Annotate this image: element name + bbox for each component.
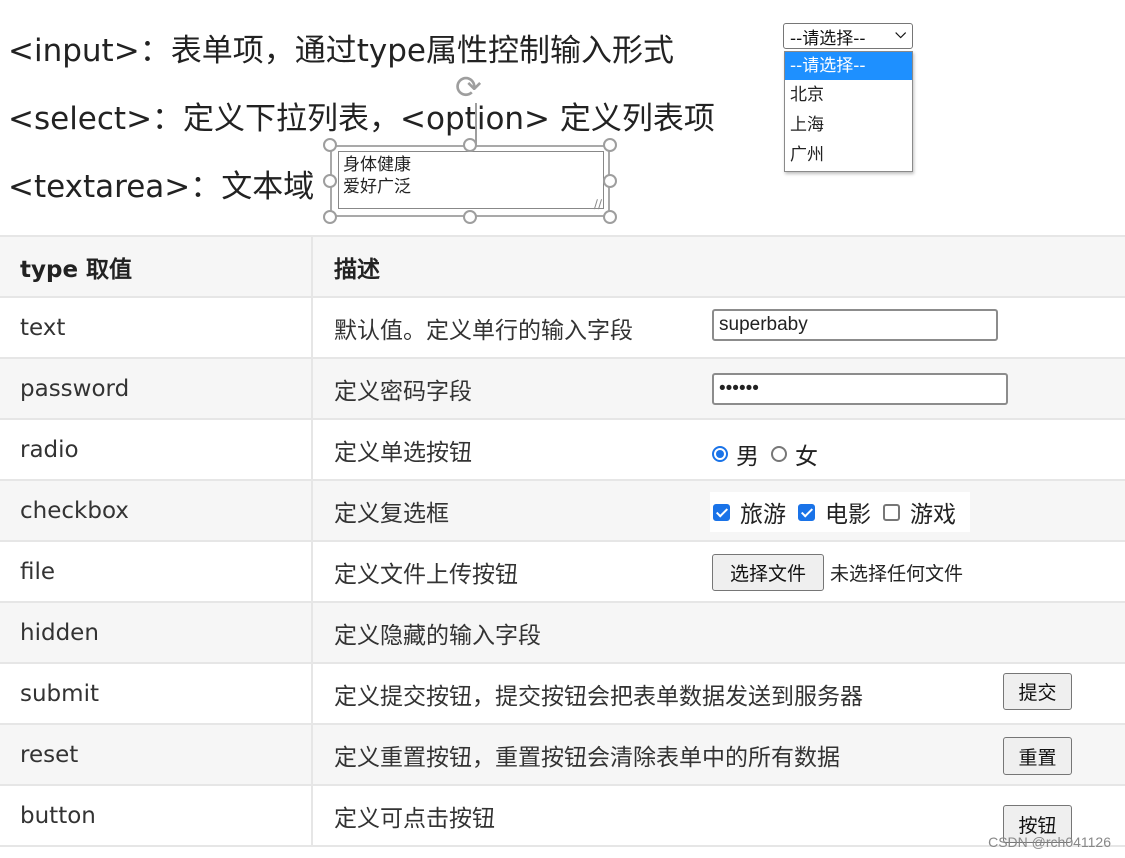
- input-description-heading: <input>：表单项，通过type属性控制输入形式: [8, 33, 674, 69]
- type-cell: reset: [0, 725, 313, 784]
- desc-text: 定义提交按钮，提交按钮会把表单数据发送到服务器: [334, 683, 863, 710]
- submit-button[interactable]: 提交: [1003, 673, 1072, 710]
- resize-handle-bottom-left[interactable]: [323, 210, 337, 224]
- checkbox-movie[interactable]: [798, 503, 815, 521]
- desc-text: 定义可点击按钮: [334, 805, 495, 832]
- city-select[interactable]: --请选择-- ⌵: [783, 23, 913, 49]
- table-row: reset 定义重置按钮，重置按钮会清除表单中的所有数据 重置: [0, 725, 1125, 786]
- desc-cell: 定义单选按钮 男 女: [313, 420, 1125, 479]
- header-description: 描述: [334, 256, 380, 283]
- resize-handle-top-left[interactable]: [323, 138, 337, 152]
- password-input-demo[interactable]: [712, 373, 1008, 405]
- resize-grip-icon[interactable]: ∕∕: [594, 197, 602, 211]
- reset-button[interactable]: 重置: [1003, 737, 1072, 775]
- input-types-table: type 取值 描述 text 默认值。定义单行的输入字段 password 定…: [0, 235, 1125, 847]
- radio-label: 男: [736, 444, 759, 470]
- type-cell: password: [0, 359, 313, 418]
- type-cell: checkbox: [0, 481, 313, 540]
- radio-group-demo: 男 女: [712, 437, 830, 471]
- hobby-textarea[interactable]: 身体健康 爱好广泛: [338, 151, 604, 209]
- resize-handle-top[interactable]: [463, 138, 477, 152]
- city-select-dropdown[interactable]: --请选择-- 北京 上海 广州: [784, 51, 913, 172]
- radio-female[interactable]: [771, 446, 787, 462]
- desc-cell: 定义复选框 旅游 电影 游戏: [313, 481, 1125, 540]
- select-option[interactable]: 北京: [785, 80, 912, 110]
- desc-cell: 定义隐藏的输入字段: [313, 603, 1125, 662]
- rotate-handle-line: [475, 103, 477, 145]
- select-option[interactable]: 上海: [785, 110, 912, 140]
- checkbox-travel[interactable]: [713, 503, 730, 521]
- type-cell: file: [0, 542, 313, 601]
- radio-label: 女: [795, 444, 818, 470]
- header-type: type 取值: [0, 237, 313, 296]
- type-cell: radio: [0, 420, 313, 479]
- type-cell: text: [0, 298, 313, 357]
- desc-cell: 定义文件上传按钮 选择文件 未选择任何文件: [313, 542, 1125, 601]
- table-row: radio 定义单选按钮 男 女: [0, 420, 1125, 481]
- text-input-demo[interactable]: [712, 309, 998, 341]
- city-select-value: --请选择--: [790, 28, 866, 49]
- type-cell: button: [0, 786, 313, 845]
- select-option[interactable]: --请选择--: [785, 52, 912, 80]
- file-status: 未选择任何文件: [830, 563, 964, 585]
- select-description-heading: <select>：定义下拉列表，<option> 定义列表项: [8, 101, 715, 137]
- table-row: checkbox 定义复选框 旅游 电影 游戏: [0, 481, 1125, 542]
- desc-text: 定义文件上传按钮: [334, 561, 518, 588]
- select-option[interactable]: 广州: [785, 140, 912, 170]
- desc-cell: 定义提交按钮，提交按钮会把表单数据发送到服务器 提交: [313, 664, 1125, 723]
- choose-file-button[interactable]: 选择文件: [712, 554, 824, 591]
- desc-text: 定义密码字段: [334, 378, 472, 405]
- textarea-selection-frame[interactable]: ⟳ 身体健康 爱好广泛 ∕∕: [323, 68, 617, 224]
- checkbox-game[interactable]: [883, 503, 900, 521]
- checkbox-label: 旅游: [740, 502, 786, 528]
- resize-handle-right[interactable]: [603, 174, 617, 188]
- checkbox-label: 游戏: [910, 502, 956, 528]
- resize-handle-bottom-right[interactable]: [603, 210, 617, 224]
- radio-male[interactable]: [712, 446, 728, 462]
- table-row: submit 定义提交按钮，提交按钮会把表单数据发送到服务器 提交: [0, 664, 1125, 725]
- table-row: password 定义密码字段: [0, 359, 1125, 420]
- desc-cell: 默认值。定义单行的输入字段: [313, 298, 1125, 357]
- table-header-row: type 取值 描述: [0, 237, 1125, 298]
- file-input-demo: 选择文件 未选择任何文件: [712, 554, 963, 591]
- resize-handle-left[interactable]: [323, 174, 337, 188]
- desc-text: 默认值。定义单行的输入字段: [334, 317, 633, 344]
- desc-cell: 定义重置按钮，重置按钮会清除表单中的所有数据 重置: [313, 725, 1125, 784]
- desc-text: 定义复选框: [334, 500, 449, 527]
- type-cell: submit: [0, 664, 313, 723]
- table-row: file 定义文件上传按钮 选择文件 未选择任何文件: [0, 542, 1125, 603]
- chevron-down-icon: ⌵: [895, 26, 906, 42]
- resize-handle-top-right[interactable]: [603, 138, 617, 152]
- watermark: CSDN @rch041126: [988, 834, 1111, 850]
- textarea-description-heading: <textarea>：文本域: [8, 169, 315, 205]
- rotate-icon[interactable]: ⟳: [455, 68, 482, 106]
- table-row: button 定义可点击按钮 按钮: [0, 786, 1125, 847]
- checkbox-group-demo: 旅游 电影 游戏: [710, 492, 970, 532]
- resize-handle-bottom[interactable]: [463, 210, 477, 224]
- desc-text: 定义重置按钮，重置按钮会清除表单中的所有数据: [334, 744, 840, 771]
- type-cell: hidden: [0, 603, 313, 662]
- desc-text: 定义隐藏的输入字段: [334, 622, 541, 649]
- desc-text: 定义单选按钮: [334, 439, 472, 466]
- table-row: hidden 定义隐藏的输入字段: [0, 603, 1125, 664]
- desc-cell: 定义密码字段: [313, 359, 1125, 418]
- checkbox-label: 电影: [825, 502, 871, 528]
- table-row: text 默认值。定义单行的输入字段: [0, 298, 1125, 359]
